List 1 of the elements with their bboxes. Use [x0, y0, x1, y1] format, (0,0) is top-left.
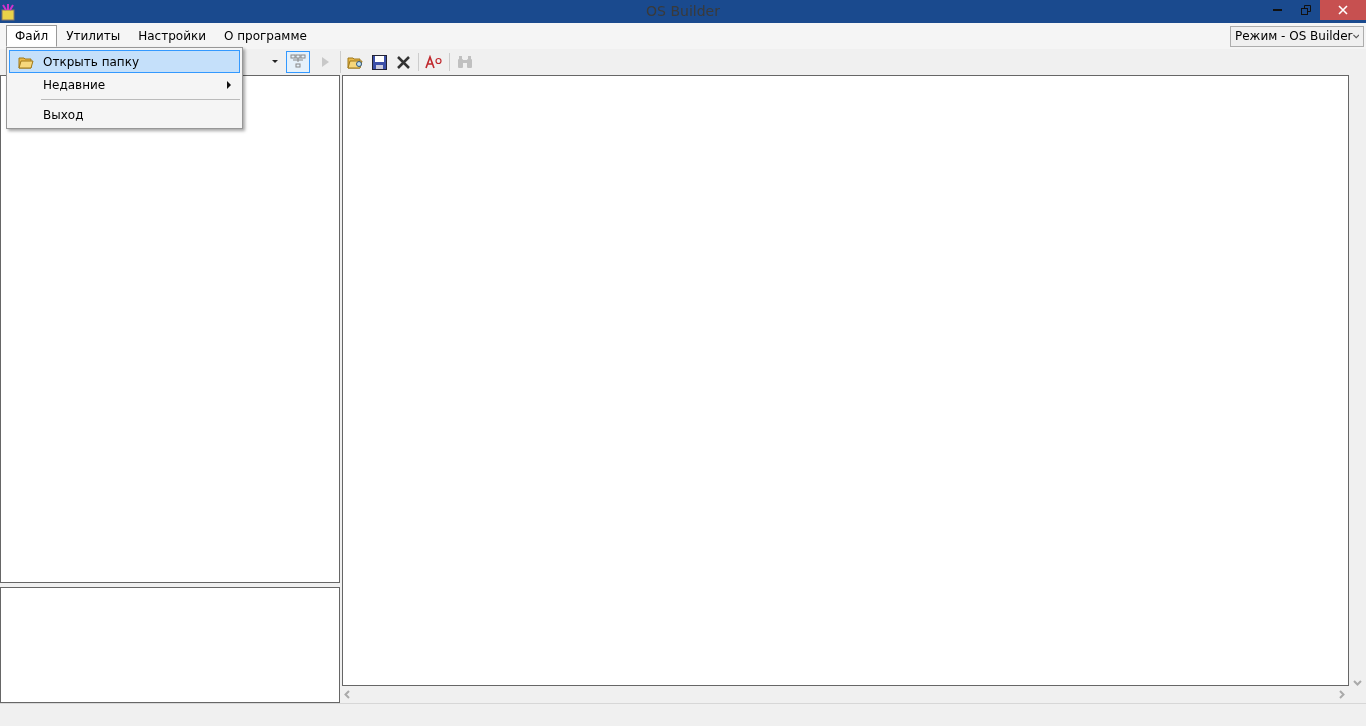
window-title: OS Builder [645, 2, 721, 21]
